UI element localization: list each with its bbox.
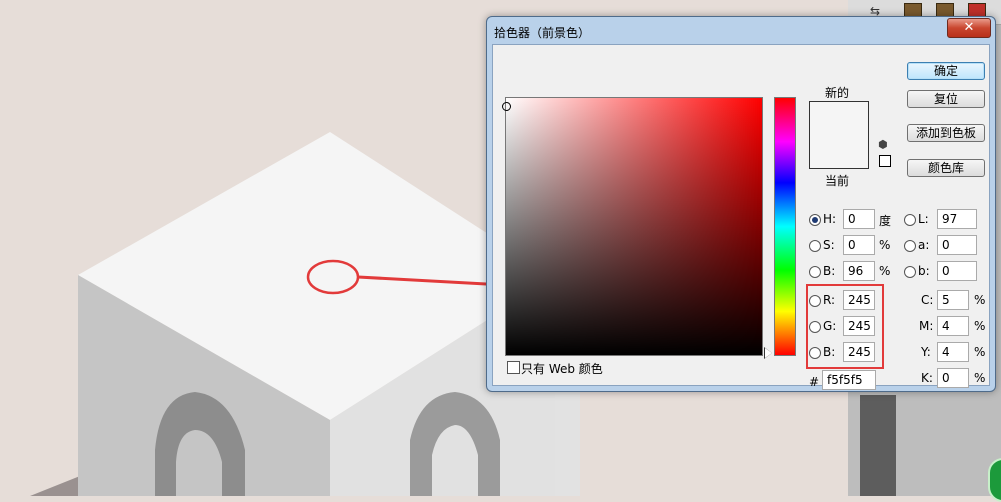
color-preview-swatch — [809, 101, 869, 169]
ok-button[interactable]: 确定 — [907, 62, 985, 80]
lab-l-input[interactable]: 97 — [937, 209, 977, 229]
hue-slider-handle-fill[interactable] — [765, 348, 772, 358]
web-only-checkbox[interactable] — [507, 361, 520, 374]
blue-input[interactable]: 245 — [843, 342, 875, 362]
black-label: K: — [921, 371, 933, 385]
brightness-radio[interactable] — [809, 266, 821, 278]
magenta-input[interactable]: 4 — [937, 316, 969, 336]
saturation-label: S: — [823, 238, 835, 252]
lab-a-input[interactable]: 0 — [937, 235, 977, 255]
lab-a-radio[interactable] — [904, 240, 916, 252]
hue-radio[interactable] — [809, 214, 821, 226]
yellow-label: Y: — [921, 345, 931, 359]
brightness-input[interactable]: 96 — [843, 261, 875, 281]
yellow-input[interactable]: 4 — [937, 342, 969, 362]
red-radio[interactable] — [809, 295, 821, 307]
color-libraries-button[interactable]: 颜色库 — [907, 159, 985, 177]
cyan-input[interactable]: 5 — [937, 290, 969, 310]
hue-slider[interactable] — [774, 97, 796, 356]
blue-radio[interactable] — [809, 347, 821, 359]
color-picker-dialog: 拾色器（前景色） ✕ 新的 当前 ⬢ 确定 复位 添加到色板 颜色库 H: 0 … — [486, 16, 996, 392]
saturation-radio[interactable] — [809, 240, 821, 252]
lab-b-radio[interactable] — [904, 266, 916, 278]
magenta-label: M: — [919, 319, 934, 333]
web-only-label: 只有 Web 颜色 — [521, 362, 603, 376]
green-radio[interactable] — [809, 321, 821, 333]
hue-unit: 度 — [879, 214, 892, 228]
lab-b-input[interactable]: 0 — [937, 261, 977, 281]
close-button[interactable]: ✕ — [947, 18, 991, 38]
add-to-swatches-button[interactable]: 添加到色板 — [907, 124, 985, 142]
green-input[interactable]: 245 — [843, 316, 875, 336]
black-unit: % — [974, 371, 986, 385]
new-color-label: 新的 — [825, 86, 850, 100]
yellow-unit: % — [974, 345, 986, 359]
status-badge — [988, 458, 1001, 502]
hue-input[interactable]: 0 — [843, 209, 875, 229]
saturation-unit: % — [879, 238, 891, 252]
lab-l-label: L: — [918, 212, 929, 226]
red-input[interactable]: 245 — [843, 290, 875, 310]
lab-l-radio[interactable] — [904, 214, 916, 226]
saturation-brightness-field[interactable] — [502, 97, 763, 356]
title-bar[interactable]: 拾色器（前景色） ✕ — [487, 17, 995, 45]
dialog-content: 新的 当前 ⬢ 确定 复位 添加到色板 颜色库 H: 0 度 S: 0 % B:… — [492, 44, 990, 390]
blue-label: B: — [823, 345, 836, 359]
magenta-unit: % — [974, 319, 986, 333]
dialog-title: 拾色器（前景色） — [494, 26, 591, 40]
cyan-unit: % — [974, 293, 986, 307]
panel-dark-area — [860, 395, 896, 496]
hex-label: # — [809, 375, 820, 389]
hue-label: H: — [823, 212, 837, 226]
saturation-input[interactable]: 0 — [843, 235, 875, 255]
web-safe-swatch-icon[interactable] — [879, 155, 891, 167]
color-field-marker[interactable] — [502, 102, 511, 111]
green-label: G: — [823, 319, 837, 333]
reset-button[interactable]: 复位 — [907, 90, 985, 108]
black-input[interactable]: 0 — [937, 368, 969, 388]
current-color-label: 当前 — [825, 174, 850, 188]
lab-b-label: b: — [918, 264, 930, 278]
red-label: R: — [823, 293, 836, 307]
hex-input[interactable]: f5f5f5 — [822, 370, 876, 390]
lab-a-label: a: — [918, 238, 930, 252]
cyan-label: C: — [921, 293, 934, 307]
brightness-unit: % — [879, 264, 891, 278]
cube-icon[interactable]: ⬢ — [878, 139, 890, 151]
brightness-label: B: — [823, 264, 836, 278]
